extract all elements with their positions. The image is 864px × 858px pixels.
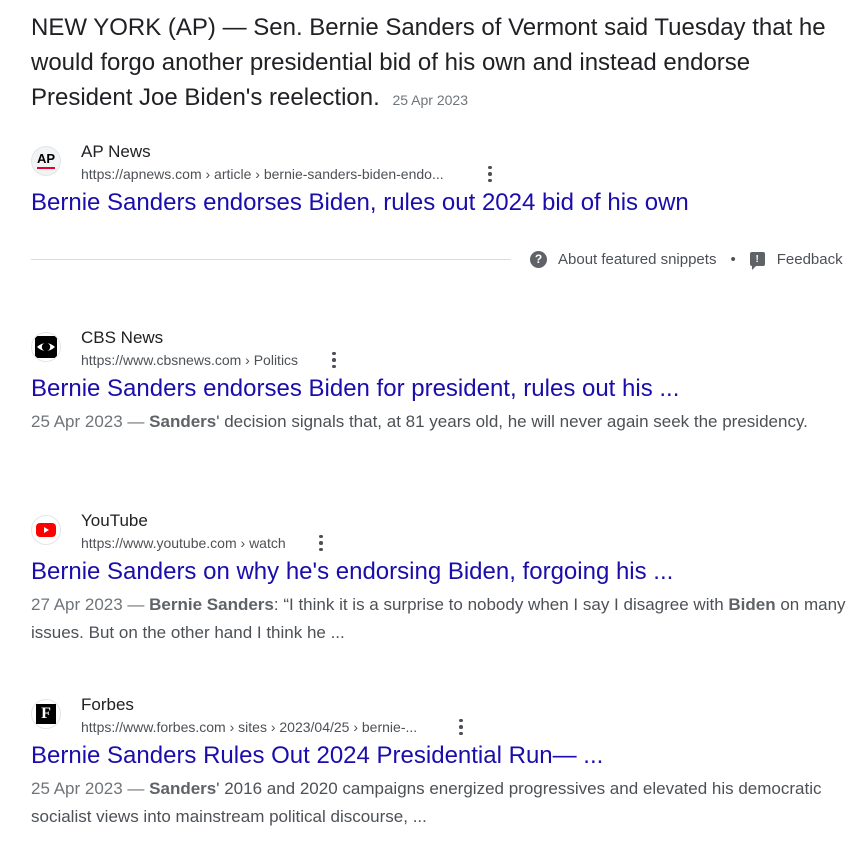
- result-title-link[interactable]: Bernie Sanders endorses Biden, rules out…: [31, 188, 846, 218]
- highlight-term: Biden: [728, 595, 776, 614]
- youtube-play-icon: [31, 515, 61, 545]
- cbs-news-eye-icon: [31, 332, 61, 362]
- highlight-term: Sanders: [149, 779, 217, 798]
- result-title-link[interactable]: Bernie Sanders Rules Out 2024 Presidenti…: [31, 741, 846, 771]
- search-result: F Forbes https://www.forbes.com › sites …: [31, 695, 846, 831]
- search-result: YouTube https://www.youtube.com › watch …: [31, 511, 846, 647]
- result-description: 27 Apr 2023 — Bernie Sanders: “I think i…: [31, 591, 846, 647]
- forbes-f-icon: F: [31, 699, 61, 729]
- description-text: ' decision signals that, at 81 years old…: [216, 412, 808, 431]
- result-source: AP AP News https://apnews.com › article …: [31, 142, 846, 186]
- source-name: Forbes: [81, 695, 134, 714]
- featured-divider: [31, 259, 511, 260]
- source-url[interactable]: https://www.forbes.com › sites › 2023/04…: [81, 718, 417, 736]
- about-featured-snippets-link[interactable]: About featured snippets: [558, 251, 716, 268]
- source-name: CBS News: [81, 328, 164, 347]
- featured-snippet: NEW YORK (AP) — Sen. Bernie Sanders of V…: [31, 10, 841, 118]
- result-description: 25 Apr 2023 — Sanders' decision signals …: [31, 408, 846, 436]
- more-options-icon[interactable]: [326, 350, 342, 370]
- featured-result: AP AP News https://apnews.com › article …: [31, 142, 846, 218]
- result-date: 25 Apr 2023 —: [31, 412, 145, 431]
- ap-logo-underline: [37, 167, 55, 169]
- result-source: YouTube https://www.youtube.com › watch: [31, 511, 846, 555]
- help-icon: ?: [530, 250, 547, 268]
- more-options-icon[interactable]: [313, 533, 329, 553]
- source-url[interactable]: https://www.cbsnews.com › Politics: [81, 351, 298, 369]
- result-date: 25 Apr 2023 —: [31, 779, 145, 798]
- source-url[interactable]: https://apnews.com › article › bernie-sa…: [81, 165, 444, 183]
- result-source: CBS News https://www.cbsnews.com › Polit…: [31, 328, 846, 372]
- result-date: 27 Apr 2023 —: [31, 595, 145, 614]
- featured-snippet-date: 25 Apr 2023: [392, 92, 468, 108]
- ap-logo-text: AP: [36, 151, 56, 166]
- separator-dot: •: [730, 250, 736, 268]
- highlight-term: Sanders: [149, 412, 217, 431]
- result-title-link[interactable]: Bernie Sanders endorses Biden for presid…: [31, 374, 846, 404]
- feedback-icon: !: [749, 252, 765, 270]
- source-url[interactable]: https://www.youtube.com › watch: [81, 534, 286, 552]
- description-text: : “I think it is a surprise to nobody wh…: [273, 595, 729, 614]
- featured-footer: ? About featured snippets • ! Feedback: [530, 248, 843, 270]
- feedback-link[interactable]: Feedback: [777, 251, 843, 268]
- highlight-term: Bernie Sanders: [149, 595, 274, 614]
- more-options-icon[interactable]: [482, 164, 498, 184]
- result-title-link[interactable]: Bernie Sanders on why he's endorsing Bid…: [31, 557, 846, 587]
- forbes-logo-text: F: [36, 704, 56, 724]
- more-options-icon[interactable]: [453, 717, 469, 737]
- source-name: YouTube: [81, 511, 148, 530]
- result-source: F Forbes https://www.forbes.com › sites …: [31, 695, 846, 739]
- search-result: CBS News https://www.cbsnews.com › Polit…: [31, 328, 846, 436]
- result-description: 25 Apr 2023 — Sanders' 2016 and 2020 cam…: [31, 775, 846, 831]
- source-name: AP News: [81, 142, 151, 161]
- ap-news-favicon-icon: AP: [31, 146, 61, 176]
